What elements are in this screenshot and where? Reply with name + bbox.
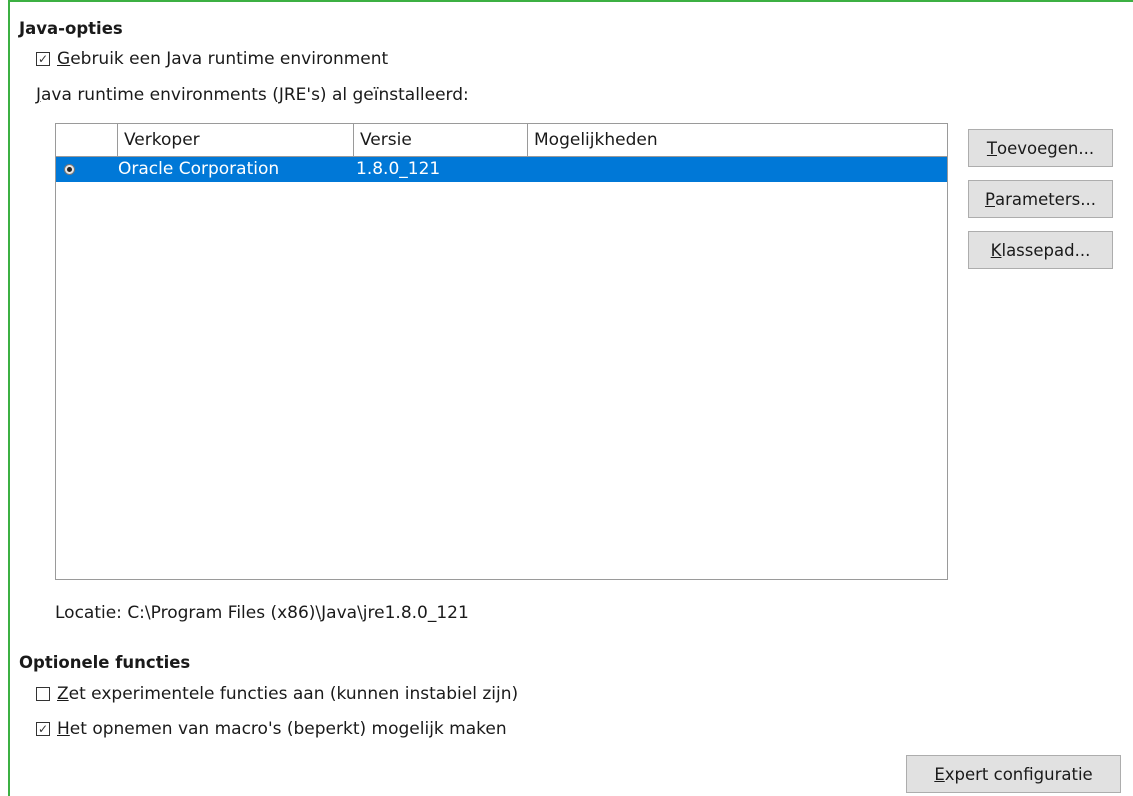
experimental-checkbox[interactable] — [36, 687, 50, 701]
table-row[interactable]: Oracle Corporation 1.8.0_121 — [56, 157, 947, 182]
row-radio-selected-icon[interactable] — [64, 164, 75, 175]
jre-location-text: Locatie: C:\Program Files (x86)\Java\jre… — [55, 603, 469, 623]
version-cell: 1.8.0_121 — [356, 159, 441, 179]
macro-recording-checkbox[interactable]: ✓ — [36, 722, 50, 736]
column-header-vendor[interactable]: Verkoper — [118, 124, 354, 156]
use-jre-label: Gebruik een Java runtime environment — [57, 49, 389, 69]
macro-recording-label: Het opnemen van macro's (beperkt) mogeli… — [57, 719, 507, 739]
optional-features-title: Optionele functies — [19, 653, 191, 672]
installed-jre-label: Java runtime environments (JRE's) al geï… — [36, 85, 469, 105]
checkmark-icon: ✓ — [37, 722, 49, 736]
java-options-title: Java-opties — [19, 19, 123, 38]
frame-left-border — [8, 0, 10, 796]
jre-table[interactable]: Verkoper Versie Mogelijkheden Oracle Cor… — [55, 123, 948, 580]
jre-table-header: Verkoper Versie Mogelijkheden — [56, 124, 947, 157]
column-header-version[interactable]: Versie — [354, 124, 528, 156]
experimental-checkbox-row[interactable]: Zet experimentele functies aan (kunnen i… — [36, 684, 518, 704]
add-button[interactable]: Toevoegen... — [968, 129, 1113, 167]
frame-top-border — [8, 0, 1133, 2]
column-header-select[interactable] — [56, 124, 118, 156]
macro-recording-checkbox-row[interactable]: ✓ Het opnemen van macro's (beperkt) moge… — [36, 719, 507, 739]
checkmark-icon: ✓ — [37, 52, 49, 66]
parameters-button[interactable]: Parameters... — [968, 180, 1113, 218]
expert-configuration-button[interactable]: Expert configuratie — [906, 755, 1121, 793]
experimental-label: Zet experimentele functies aan (kunnen i… — [57, 684, 519, 704]
use-jre-checkbox[interactable]: ✓ — [36, 52, 50, 66]
vendor-cell: Oracle Corporation — [118, 159, 280, 179]
use-jre-checkbox-row[interactable]: ✓ Gebruik een Java runtime environment — [36, 49, 388, 69]
classpath-button[interactable]: Klassepad... — [968, 231, 1113, 269]
column-header-features[interactable]: Mogelijkheden — [528, 124, 948, 156]
